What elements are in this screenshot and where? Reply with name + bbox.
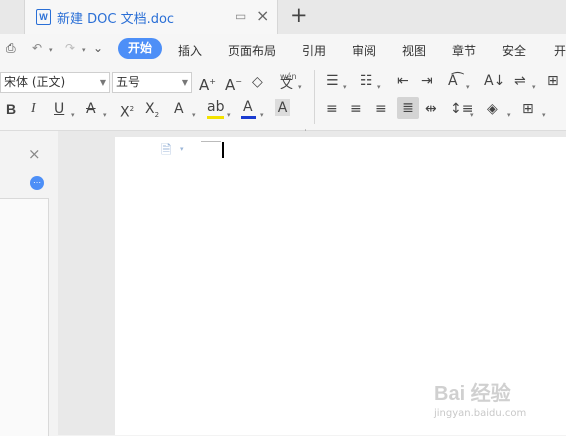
watermark-brand: Bai 经验 xyxy=(434,383,511,405)
paragraph-shading-dropdown-icon[interactable]: ▾ xyxy=(507,106,511,124)
divider xyxy=(314,70,315,124)
underline-dropdown-icon[interactable]: ▾ xyxy=(71,106,75,124)
subscript-icon[interactable]: X2 xyxy=(145,100,159,124)
text-effect-dropdown-icon[interactable]: ▾ xyxy=(192,106,196,124)
increase-indent-icon[interactable]: ⇥ xyxy=(421,72,433,90)
document-tab[interactable]: W 新建 DOC 文档.doc ▭ × xyxy=(24,0,278,34)
ribbon-home: 宋体 (正文) ▼ 五号 ▼ A+ A− ◇ wén 文 ▾ ☰ ▾ ☷ ▾ ⇤… xyxy=(0,64,566,133)
strikethrough-dropdown-icon[interactable]: ▾ xyxy=(103,106,107,124)
font-color-bar xyxy=(241,116,256,119)
superscript-icon[interactable]: X2 xyxy=(120,100,134,122)
increase-font-size-icon[interactable]: A+ xyxy=(199,73,216,94)
tab-bar: W 新建 DOC 文档.doc ▭ × + xyxy=(0,0,566,34)
sort-icon[interactable]: A↓ xyxy=(484,72,505,90)
decrease-indent-icon[interactable]: ⇤ xyxy=(397,72,409,90)
distributed-align-icon[interactable]: ⇹ xyxy=(425,100,437,118)
print-preview-icon[interactable]: ⎙ xyxy=(6,41,16,56)
numbered-list-dropdown-icon[interactable]: ▾ xyxy=(377,78,381,96)
borders-icon[interactable]: ⊞ xyxy=(522,100,534,118)
align-right-icon[interactable]: ≡ xyxy=(375,100,387,118)
chevron-down-icon: ▼ xyxy=(99,78,106,87)
menu-bar: ⎙ ↶ ▾ ↷ ▾ ⌄ 开始 插入 页面布局 引用 审阅 视图 章节 安全 开 xyxy=(0,34,566,64)
show-marks-icon[interactable]: ⇌ xyxy=(514,72,526,90)
font-color-dropdown-icon[interactable]: ▾ xyxy=(260,106,264,124)
text-direction-dropdown-icon[interactable]: ▾ xyxy=(466,78,470,96)
text-cursor xyxy=(222,142,224,158)
numbered-list-icon[interactable]: ☷ xyxy=(360,72,373,90)
tab-references[interactable]: 引用 xyxy=(302,42,326,59)
strikethrough-icon[interactable]: A xyxy=(86,100,96,118)
tab-insert[interactable]: 插入 xyxy=(178,42,202,59)
font-name-value: 宋体 (正文) xyxy=(4,75,66,89)
show-marks-dropdown-icon[interactable]: ▾ xyxy=(532,78,536,96)
bullet-list-dropdown-icon[interactable]: ▾ xyxy=(343,78,347,96)
paragraph-layout-dropdown-icon[interactable]: ▾ xyxy=(180,145,184,153)
tab-section[interactable]: 章节 xyxy=(452,42,476,59)
paragraph-shading-icon[interactable]: ◈ xyxy=(487,100,498,118)
undo-icon[interactable]: ↶ xyxy=(32,41,42,55)
pane-options-icon[interactable]: ⋯ xyxy=(30,176,44,190)
font-color-icon[interactable]: A xyxy=(243,98,253,116)
pinyin-dropdown-icon[interactable]: ▾ xyxy=(298,78,302,96)
pinyin-guide-icon[interactable]: 文 xyxy=(280,76,293,94)
highlight-icon[interactable]: ab xyxy=(207,98,224,116)
font-size-select[interactable]: 五号 ▼ xyxy=(112,72,192,93)
tab-home[interactable]: 开始 xyxy=(118,38,162,59)
paragraph-layout-icon[interactable]: 🗎 xyxy=(161,141,171,163)
borders-dropdown-icon[interactable]: ▾ xyxy=(542,106,546,124)
close-pane-icon[interactable]: × xyxy=(28,145,41,163)
chevron-down-icon: ▼ xyxy=(181,78,188,87)
bullet-list-icon[interactable]: ☰ xyxy=(326,72,339,90)
watermark-url: jingyan.baidu.com xyxy=(434,408,527,419)
word-doc-icon: W xyxy=(36,9,51,25)
margin-mark xyxy=(201,141,221,142)
line-spacing-dropdown-icon[interactable]: ▾ xyxy=(470,106,474,124)
font-name-select[interactable]: 宋体 (正文) ▼ xyxy=(0,72,110,93)
close-tab-icon[interactable]: × xyxy=(256,6,269,25)
tab-review[interactable]: 审阅 xyxy=(352,42,376,59)
tab-page-layout[interactable]: 页面布局 xyxy=(228,42,276,59)
tab-dev-partial[interactable]: 开 xyxy=(554,42,566,59)
pin-window-icon[interactable]: ▭ xyxy=(235,9,246,23)
decrease-font-size-icon[interactable]: A− xyxy=(225,73,242,94)
redo-dropdown-icon[interactable]: ▾ xyxy=(82,46,86,54)
justify-icon[interactable]: ≣ xyxy=(397,97,419,119)
watermark: Bai 经验 jingyan.baidu.com xyxy=(434,377,526,419)
text-effect-icon[interactable]: A xyxy=(174,100,184,118)
tab-security[interactable]: 安全 xyxy=(502,42,526,59)
table-border-icon[interactable]: ⊞ xyxy=(547,72,559,90)
underline-icon[interactable]: U xyxy=(54,100,64,118)
align-center-icon[interactable]: ≡ xyxy=(350,100,362,118)
redo-icon[interactable]: ↷ xyxy=(65,41,75,55)
customize-toolbar-icon[interactable]: ⌄ xyxy=(93,41,103,55)
navigation-pane-content xyxy=(0,198,49,436)
tab-view[interactable]: 视图 xyxy=(402,42,426,59)
font-size-value: 五号 xyxy=(116,75,141,89)
text-direction-icon[interactable]: A͡ xyxy=(448,72,458,90)
italic-icon[interactable]: I xyxy=(31,100,36,118)
highlight-color-bar xyxy=(207,116,224,119)
character-shading-icon[interactable]: A xyxy=(275,99,290,116)
clear-formatting-icon[interactable]: ◇ xyxy=(252,73,263,91)
bold-icon[interactable]: B xyxy=(6,100,16,118)
document-tab-title: 新建 DOC 文档.doc xyxy=(57,12,175,27)
new-tab-button[interactable]: + xyxy=(290,3,308,27)
align-left-icon[interactable]: ≡ xyxy=(326,100,338,118)
highlight-dropdown-icon[interactable]: ▾ xyxy=(227,106,231,124)
undo-dropdown-icon[interactable]: ▾ xyxy=(49,46,53,54)
